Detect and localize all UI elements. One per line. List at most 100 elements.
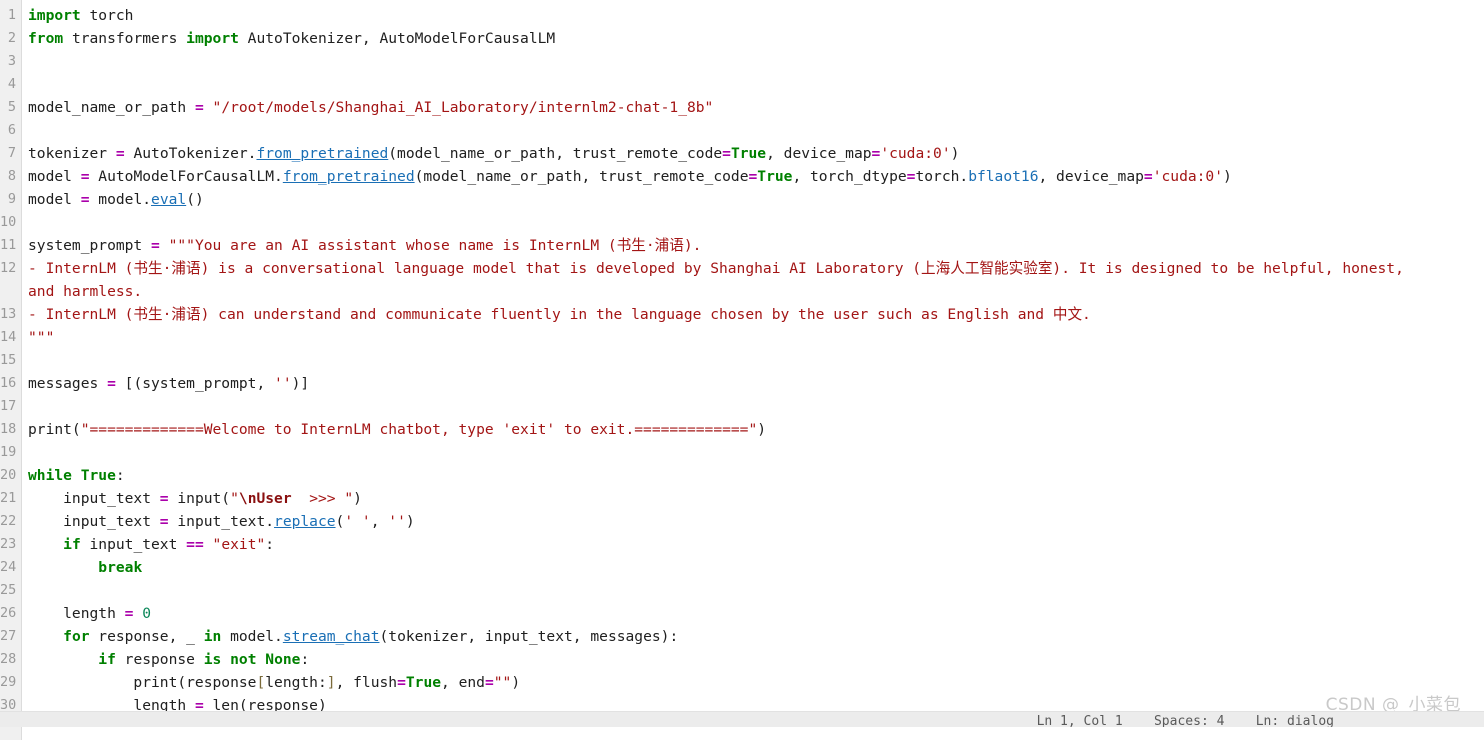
token-text: length bbox=[28, 605, 125, 622]
token-operator: = bbox=[159, 490, 169, 507]
code-line-21[interactable]: input_text = input("\nUser >>> ") bbox=[28, 487, 1484, 510]
code-line-9[interactable]: model = model.eval() bbox=[28, 188, 1484, 211]
code-line-22[interactable]: input_text = input_text.replace(' ', '') bbox=[28, 510, 1484, 533]
token-keyword: break bbox=[98, 559, 143, 576]
token-operator: = bbox=[194, 99, 204, 116]
token-operator: = bbox=[151, 237, 160, 254]
code-line-29[interactable]: print(response[length:], flush=True, end… bbox=[28, 671, 1484, 694]
code-line-16[interactable]: messages = [(system_prompt, '')] bbox=[28, 372, 1484, 395]
token-operator: = bbox=[397, 674, 406, 691]
token-operator: = bbox=[1143, 168, 1153, 185]
token-text: , device_map bbox=[766, 145, 872, 162]
code-line-3[interactable] bbox=[28, 50, 1484, 73]
line-number: 8 bbox=[7, 168, 16, 184]
code-content[interactable]: import torch from transformers import Au… bbox=[22, 0, 1484, 717]
line-number: 5 bbox=[7, 99, 16, 115]
code-line-1[interactable]: import torch bbox=[28, 4, 1484, 27]
token-function: from_pretrained bbox=[282, 168, 415, 185]
token-keyword: is bbox=[203, 651, 222, 668]
line-number: 27 bbox=[0, 628, 17, 644]
line-number: 6 bbox=[7, 122, 16, 138]
code-line-14[interactable]: """ bbox=[28, 326, 1484, 349]
code-line-8[interactable]: model = AutoModelForCausalLM.from_pretra… bbox=[28, 165, 1484, 188]
code-line-17[interactable] bbox=[28, 395, 1484, 418]
code-line-5[interactable]: model_name_or_path = "/root/models/Shang… bbox=[28, 96, 1484, 119]
code-line-4[interactable] bbox=[28, 73, 1484, 96]
token-text: (model_name_or_path, trust_remote_code bbox=[388, 145, 723, 162]
token-text: response, _ bbox=[89, 628, 204, 645]
token-operator: = bbox=[80, 168, 90, 185]
code-line-24[interactable]: break bbox=[28, 556, 1484, 579]
token-string: 'cuda:0' bbox=[1152, 168, 1224, 185]
status-bar: Ln 1, Col 1 Spaces: 4 Ln: dialog bbox=[0, 711, 1484, 727]
token-text: print( bbox=[28, 421, 81, 438]
token-keyword: in bbox=[203, 628, 222, 645]
line-number: 25 bbox=[0, 582, 17, 598]
line-number: 29 bbox=[0, 674, 17, 690]
code-line-28[interactable]: if response is not None: bbox=[28, 648, 1484, 671]
status-bar-text: Ln 1, Col 1 Spaces: 4 Ln: dialog bbox=[1036, 714, 1334, 727]
token-string: - InternLM (书生·浦语) is a conversational l… bbox=[28, 260, 1404, 277]
token-string: "" bbox=[493, 674, 512, 691]
token-string: "=============Welcome to InternLM chatbo… bbox=[80, 421, 758, 438]
line-number: 28 bbox=[0, 651, 17, 667]
code-editor[interactable]: 1 2 3 4 5 6 7 8 9 10 11 12 13 14 15 16 1… bbox=[0, 0, 1484, 740]
token-text: (tokenizer, input_text, messages): bbox=[379, 628, 679, 645]
code-line-15[interactable] bbox=[28, 349, 1484, 372]
code-line-13[interactable]: - InternLM (书生·浦语) can understand and co… bbox=[28, 303, 1484, 326]
code-line-18[interactable]: print("=============Welcome to InternLM … bbox=[28, 418, 1484, 441]
code-line-11[interactable]: system_prompt = """You are an AI assista… bbox=[28, 234, 1484, 257]
token-text: )] bbox=[291, 375, 310, 392]
token-text: model bbox=[28, 168, 81, 185]
token-text: input_text. bbox=[168, 513, 275, 530]
token-text: print(response bbox=[28, 674, 257, 691]
code-line-23[interactable]: if input_text == "exit": bbox=[28, 533, 1484, 556]
code-line-12-wrapped[interactable]: and harmless. bbox=[28, 280, 1484, 303]
token-text: ) bbox=[950, 145, 960, 162]
token-keyword: import bbox=[28, 7, 81, 24]
token-keyword: True bbox=[405, 674, 442, 691]
token-string: 'cuda:0' bbox=[880, 145, 951, 162]
token-keyword: import bbox=[186, 30, 239, 47]
token-bracket: [ bbox=[256, 674, 266, 691]
token-bracket: ] bbox=[326, 674, 336, 691]
code-line-20[interactable]: while True: bbox=[28, 464, 1484, 487]
token-text: input_text bbox=[80, 536, 187, 553]
token-text: : bbox=[115, 467, 125, 484]
token-string: "/root/models/Shanghai_AI_Laboratory/int… bbox=[212, 99, 714, 116]
code-line-26[interactable]: length = 0 bbox=[28, 602, 1484, 625]
token-keyword: if bbox=[98, 651, 116, 668]
line-number-gutter: 1 2 3 4 5 6 7 8 9 10 11 12 13 14 15 16 1… bbox=[0, 0, 22, 740]
token-operator: == bbox=[186, 536, 204, 553]
line-number: 7 bbox=[7, 145, 16, 161]
token-keyword: True bbox=[757, 168, 793, 185]
code-line-7[interactable]: tokenizer = AutoTokenizer.from_pretraine… bbox=[28, 142, 1484, 165]
code-line-12[interactable]: - InternLM (书生·浦语) is a conversational l… bbox=[28, 257, 1484, 280]
token-text: ) bbox=[1223, 168, 1232, 185]
token-function: eval bbox=[151, 191, 187, 208]
line-number: 2 bbox=[7, 30, 16, 46]
token-text: [(system_prompt, bbox=[115, 375, 275, 392]
token-text: input_text bbox=[28, 490, 160, 507]
code-line-6[interactable] bbox=[28, 119, 1484, 142]
code-line-19[interactable] bbox=[28, 441, 1484, 464]
code-line-2[interactable]: from transformers import AutoTokenizer, … bbox=[28, 27, 1484, 50]
token-text: () bbox=[186, 191, 204, 208]
token-text: model_name_or_path bbox=[28, 99, 195, 116]
token-function: from_pretrained bbox=[256, 145, 389, 162]
token-string: >>> " bbox=[291, 490, 354, 507]
token-number: 0 bbox=[142, 605, 152, 622]
code-line-27[interactable]: for response, _ in model.stream_chat(tok… bbox=[28, 625, 1484, 648]
line-number: 19 bbox=[0, 444, 17, 460]
code-line-25[interactable] bbox=[28, 579, 1484, 602]
token-function: stream_chat bbox=[282, 628, 380, 645]
line-number: 15 bbox=[0, 352, 17, 368]
code-line-10[interactable] bbox=[28, 211, 1484, 234]
